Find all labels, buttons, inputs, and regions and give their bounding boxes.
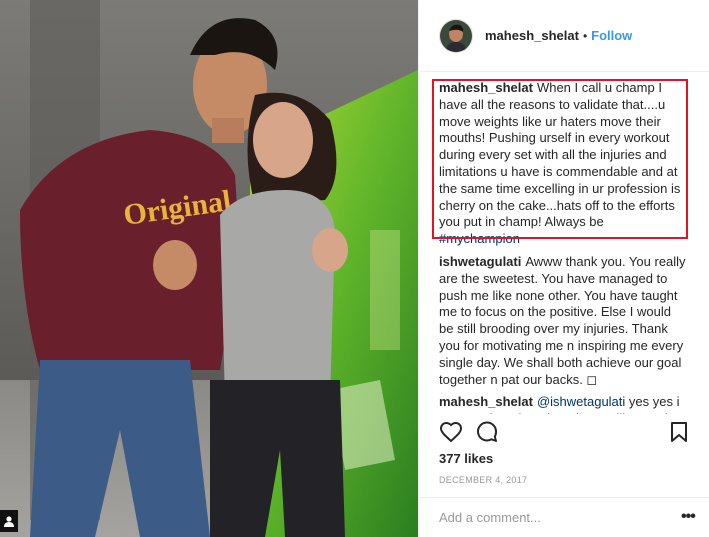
post-panel: mahesh_shelat • Follow mahesh_shelat When… — [418, 0, 709, 537]
like-button[interactable] — [439, 420, 463, 449]
mention-link[interactable]: @ishwetagulati — [537, 394, 625, 409]
comment-icon — [477, 421, 498, 442]
add-comment-bar: ••• — [419, 497, 709, 537]
post-photo[interactable]: Original — [0, 0, 418, 537]
comment-item: mahesh_shelat@ishwetagulati yes yes i m … — [439, 394, 687, 414]
comment-item: ishwetagulati Awww thank you. You really … — [439, 254, 687, 388]
bookmark-icon — [671, 422, 687, 442]
comment-button[interactable] — [475, 420, 499, 449]
post-photo-image: Original — [0, 0, 418, 537]
avatar-image — [440, 19, 472, 52]
comment-username[interactable]: ishwetagulati — [439, 254, 521, 269]
comment-username[interactable]: mahesh_shelat — [439, 394, 533, 409]
author-username[interactable]: mahesh_shelat — [485, 28, 579, 43]
comment-item: mahesh_shelat When I call u champ I have … — [439, 80, 687, 248]
hashtag-link[interactable]: #mychampion — [439, 231, 520, 246]
comment-text: Awww thank you. You really are the sweet… — [439, 253, 686, 387]
comments-list[interactable]: mahesh_shelat When I call u champ I have … — [439, 80, 687, 414]
post-header: mahesh_shelat • Follow — [419, 0, 709, 72]
heart-icon — [439, 421, 463, 443]
more-options-icon[interactable]: ••• — [681, 508, 696, 526]
save-button[interactable] — [667, 420, 691, 449]
add-comment-input[interactable] — [439, 508, 659, 526]
separator-dot: • — [582, 28, 588, 43]
follow-button[interactable]: Follow — [591, 28, 632, 43]
tagged-user-icon[interactable] — [0, 510, 18, 532]
likes-count[interactable]: 377 likes — [439, 451, 493, 466]
avatar[interactable] — [439, 18, 473, 53]
post-date: DECEMBER 4, 2017 — [439, 475, 528, 485]
comment-text: When I call u champ I have all the reaso… — [439, 80, 681, 230]
user-icon — [4, 516, 14, 527]
comment-username[interactable]: mahesh_shelat — [439, 80, 533, 95]
action-bar — [439, 420, 691, 448]
